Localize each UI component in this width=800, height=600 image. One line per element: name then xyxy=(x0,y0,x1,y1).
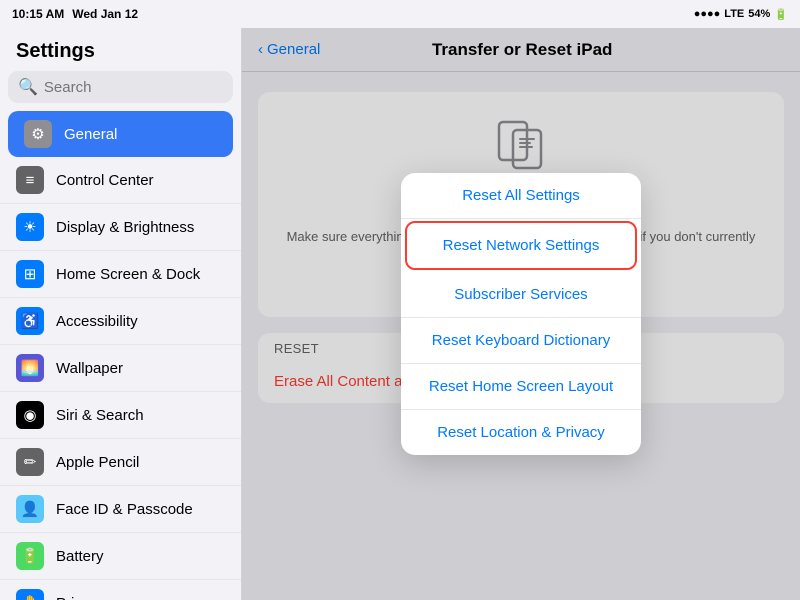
main-content: ‹ General Transfer or Reset iPad xyxy=(242,28,800,600)
sidebar-item-privacy[interactable]: 🤚 Privacy xyxy=(0,580,241,600)
privacy-label: Privacy xyxy=(56,595,105,600)
status-time: 10:15 AM xyxy=(12,7,64,21)
app-container: Settings 🔍 ⚙ General ≡ Control Center ☀ Displ… xyxy=(0,28,800,600)
sidebar-item-pencil[interactable]: ✏ Apple Pencil xyxy=(0,439,241,486)
action-menu-item-reset-location[interactable]: Reset Location & Privacy xyxy=(401,410,641,455)
faceid-label: Face ID & Passcode xyxy=(56,501,193,518)
action-menu-overlay[interactable]: Reset All SettingsReset Network Settings… xyxy=(242,28,800,600)
action-menu-item-reset-network[interactable]: Reset Network Settings xyxy=(405,221,637,270)
siri-label: Siri & Search xyxy=(56,407,144,424)
battery-icon: 🔋 xyxy=(774,8,788,21)
sidebar-item-control-center[interactable]: ≡ Control Center xyxy=(0,157,241,204)
display-label: Display & Brightness xyxy=(56,219,194,236)
action-menu-item-reset-all[interactable]: Reset All Settings xyxy=(401,173,641,219)
signal-icon: ●●●● xyxy=(694,8,721,20)
sidebar-items-container: ⚙ General ≡ Control Center ☀ Display & Bright… xyxy=(0,111,241,600)
battery-icon: 🔋 xyxy=(16,542,44,570)
sidebar-item-wallpaper[interactable]: 🌅 Wallpaper xyxy=(0,345,241,392)
search-input[interactable] xyxy=(44,79,223,96)
status-date: Wed Jan 12 xyxy=(72,7,138,21)
pencil-icon: ✏ xyxy=(16,448,44,476)
sidebar-item-faceid[interactable]: 👤 Face ID & Passcode xyxy=(0,486,241,533)
action-menu-item-reset-keyboard[interactable]: Reset Keyboard Dictionary xyxy=(401,318,641,364)
home-screen-icon: ⊞ xyxy=(16,260,44,288)
action-menu: Reset All SettingsReset Network Settings… xyxy=(401,173,641,455)
battery-label: Battery xyxy=(56,548,104,565)
pencil-label: Apple Pencil xyxy=(56,454,139,471)
control-center-label: Control Center xyxy=(56,172,154,189)
search-icon: 🔍 xyxy=(18,77,38,97)
sidebar-item-display[interactable]: ☀ Display & Brightness xyxy=(0,204,241,251)
sidebar-item-accessibility[interactable]: ♿ Accessibility xyxy=(0,298,241,345)
sidebar-item-general[interactable]: ⚙ General xyxy=(8,111,233,157)
siri-icon: ◉ xyxy=(16,401,44,429)
privacy-icon: 🤚 xyxy=(16,589,44,600)
action-menu-item-reset-home[interactable]: Reset Home Screen Layout xyxy=(401,364,641,410)
battery-level: 54% xyxy=(748,8,770,20)
wallpaper-icon: 🌅 xyxy=(16,354,44,382)
action-menu-item-subscriber[interactable]: Subscriber Services xyxy=(401,272,641,318)
general-icon: ⚙ xyxy=(24,120,52,148)
network-type: LTE xyxy=(724,8,744,20)
accessibility-label: Accessibility xyxy=(56,313,138,330)
control-center-icon: ≡ xyxy=(16,166,44,194)
home-screen-label: Home Screen & Dock xyxy=(56,266,200,283)
faceid-icon: 👤 xyxy=(16,495,44,523)
sidebar-item-home-screen[interactable]: ⊞ Home Screen & Dock xyxy=(0,251,241,298)
display-icon: ☀ xyxy=(16,213,44,241)
sidebar-item-battery[interactable]: 🔋 Battery xyxy=(0,533,241,580)
sidebar-item-siri[interactable]: ◉ Siri & Search xyxy=(0,392,241,439)
sidebar-title: Settings xyxy=(0,28,241,71)
sidebar: Settings 🔍 ⚙ General ≡ Control Center ☀ Displ… xyxy=(0,28,242,600)
wallpaper-label: Wallpaper xyxy=(56,360,123,377)
status-bar: 10:15 AM Wed Jan 12 ●●●● LTE 54% 🔋 xyxy=(0,0,800,28)
accessibility-icon: ♿ xyxy=(16,307,44,335)
search-bar[interactable]: 🔍 xyxy=(8,71,233,103)
general-label: General xyxy=(64,126,117,143)
